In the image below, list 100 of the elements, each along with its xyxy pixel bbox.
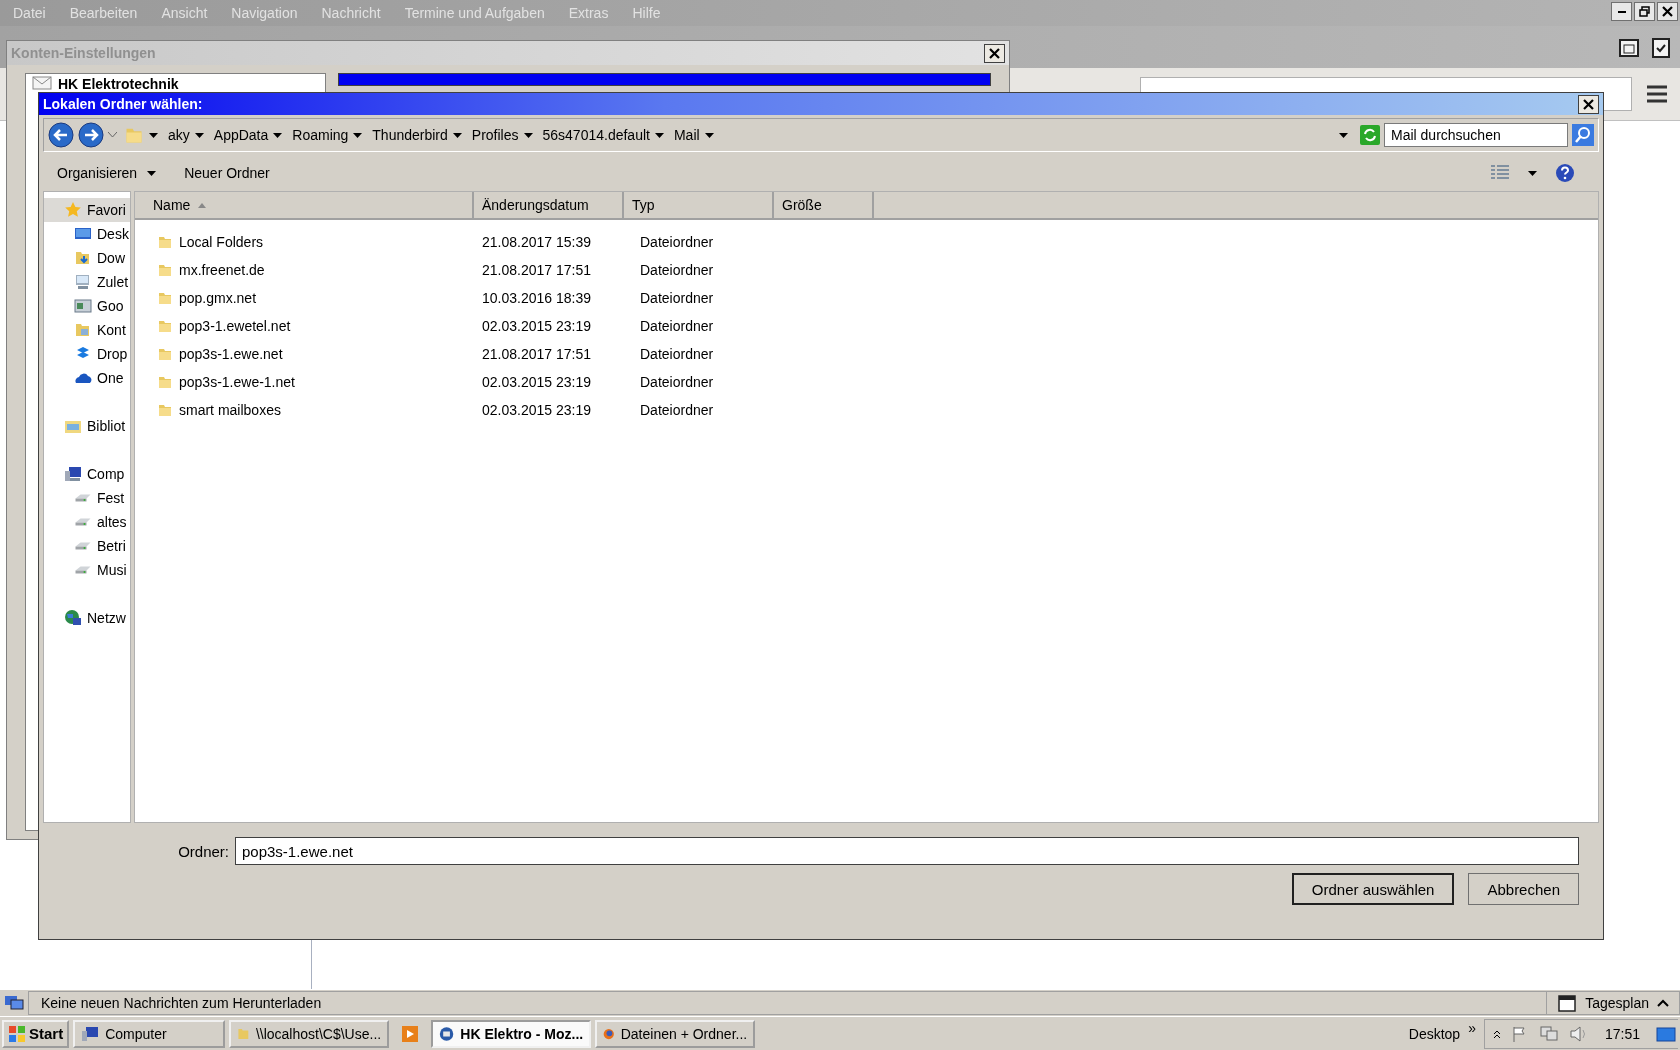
dialog-button[interactable]: Ordner auswählen (1291, 873, 1455, 905)
nav-item[interactable]: One (44, 366, 130, 390)
type-cell-text: Dateiordner (639, 374, 715, 390)
breadcrumb-item[interactable]: AppData (210, 127, 286, 143)
nav-item[interactable]: Musi (44, 558, 130, 582)
computer-icon (81, 1024, 100, 1043)
nav-item[interactable]: Drop (44, 342, 130, 366)
restore-button[interactable] (1634, 2, 1655, 21)
caret-icon (704, 132, 714, 138)
nav-item[interactable]: Netzw (44, 606, 130, 630)
nav-item[interactable]: Betri (44, 534, 130, 558)
network-icon[interactable] (1538, 1024, 1559, 1043)
date-cell-text: 21.08.2017 15:39 (481, 234, 592, 250)
taskbar-button[interactable]: Dateinen + Ordner... (595, 1019, 756, 1048)
taskbar-button[interactable]: \\localhost\C$\Use... (229, 1019, 390, 1048)
drive-icon (74, 494, 92, 502)
close-icon (1583, 98, 1594, 110)
date-cell-text: 02.03.2015 23:19 (481, 374, 592, 390)
caret-icon (353, 132, 363, 138)
file-name: pop3-1.ewetel.net (179, 318, 291, 334)
help-icon[interactable] (1555, 163, 1575, 183)
show-desktop-icon[interactable] (1656, 1024, 1676, 1043)
nav-item[interactable]: Dow (44, 246, 130, 270)
toolbar-button[interactable]: Neuer Ordner (180, 165, 274, 181)
caret-icon (149, 132, 158, 138)
window-icon (74, 297, 92, 315)
folder-icon (157, 318, 173, 334)
caret-icon (452, 132, 462, 138)
four-squares-logo-icon (8, 1024, 26, 1043)
drive-icon (74, 542, 92, 550)
breadcrumb-item[interactable]: Thunderbird (369, 127, 465, 143)
folder-input[interactable]: pop3s-1.ewe.net (235, 837, 1579, 865)
file-row[interactable]: mx.freenet.de 21.08.2017 17:51 Dateiordner (135, 256, 1598, 284)
close-button[interactable] (1578, 94, 1599, 114)
toolbar-button[interactable]: Organisieren (53, 165, 161, 181)
date-cell-text: 10.03.2016 18:39 (481, 290, 592, 306)
refresh-icon[interactable] (1360, 125, 1380, 145)
taskbar-button[interactable]: Computer (73, 1019, 226, 1048)
folder-icon (157, 262, 173, 278)
close-icon (1662, 6, 1673, 17)
minimize-button[interactable] (1611, 2, 1632, 21)
today-pane-button[interactable]: Tagesplan (1546, 991, 1680, 1015)
close-button[interactable] (984, 43, 1005, 63)
nav-item[interactable]: Fest (44, 486, 130, 510)
caret-icon (273, 132, 283, 138)
breadcrumb-item[interactable]: Mail (670, 127, 717, 143)
breadcrumb-item[interactable]: 56s47014.default (539, 127, 667, 143)
date-cell-text: 02.03.2015 23:19 (481, 402, 592, 418)
nav-item[interactable]: Kont (44, 318, 130, 342)
dialog-title: Lokalen Ordner wählen: (43, 96, 203, 112)
file-row[interactable]: pop3-1.ewetel.net 02.03.2015 23:19 Dateiordner (135, 312, 1598, 340)
folder-label: Ordner: (178, 842, 229, 860)
nav-item[interactable]: Comp (44, 462, 130, 486)
globe-icon (64, 609, 82, 627)
download-folder-icon (74, 249, 92, 267)
chevron-up-icon[interactable] (1492, 1028, 1501, 1039)
file-row[interactable]: pop3s-1.ewe.net 21.08.2017 17:51 Dateiordner (135, 340, 1598, 368)
restore-icon (1639, 6, 1650, 17)
search-field[interactable]: Mail durchsuchen (1384, 123, 1568, 147)
start-button[interactable]: Start (2, 1019, 70, 1048)
file-row[interactable]: pop.gmx.net 10.03.2016 18:39 Dateiordner (135, 284, 1598, 312)
menu-icon[interactable] (1646, 85, 1668, 103)
search-icon[interactable] (1572, 124, 1594, 146)
file-row[interactable]: Local Folders 21.08.2017 15:39 Dateiordner (135, 228, 1598, 256)
breadcrumb-item[interactable]: Profiles (468, 127, 536, 143)
envelope-icon (32, 76, 52, 90)
desktop-toolbar-label[interactable]: Desktop (1408, 1025, 1461, 1042)
dialog-button[interactable]: Abbrechen (1468, 873, 1579, 905)
caret-icon[interactable] (108, 132, 117, 138)
view-options-dropdown[interactable] (1528, 170, 1537, 176)
status-text: Keine neuen Nachrichten zum Herunterladen (28, 991, 1547, 1015)
nav-item[interactable]: Favori (44, 198, 130, 222)
nav-item[interactable]: Goo (44, 294, 130, 318)
type-cell-text: Dateiordner (639, 290, 715, 306)
breadcrumb-item[interactable]: Roaming (289, 127, 366, 143)
folder-icon (157, 290, 173, 306)
caret-icon (1339, 132, 1348, 138)
nav-item[interactable]: Zulet (44, 270, 130, 294)
taskbar-button[interactable]: HK Elektro - Moz... (431, 1019, 592, 1048)
date-cell-text: 02.03.2015 23:19 (481, 318, 592, 334)
folder-icon (157, 374, 173, 390)
file-row[interactable]: pop3s-1.ewe-1.net 02.03.2015 23:19 Dateiordner (135, 368, 1598, 396)
nav-item[interactable]: Bibliot (44, 414, 130, 438)
window-title: Konten-Einstellungen (11, 45, 156, 61)
forward-button[interactable] (78, 122, 104, 148)
drive-icon (74, 518, 92, 526)
back-button[interactable] (48, 122, 74, 148)
clock[interactable]: 17:51 (1604, 1025, 1640, 1042)
task-list-icon[interactable] (1650, 36, 1672, 58)
type-cell-text: Dateiordner (639, 402, 715, 418)
nav-item[interactable]: altes (44, 510, 130, 534)
close-icon (989, 47, 1000, 59)
breadcrumb-item[interactable]: aky (165, 127, 207, 143)
nav-item[interactable]: Desk (44, 222, 130, 246)
expand-toolbar-button[interactable]: » (1468, 1019, 1476, 1036)
account-name[interactable]: HK Elektrotechnik (58, 76, 179, 92)
close-button[interactable] (1657, 2, 1678, 21)
file-row[interactable]: smart mailboxes 02.03.2015 23:19 Dateiordner (135, 396, 1598, 424)
date-cell-text: 21.08.2017 17:51 (481, 262, 592, 278)
caret-icon (523, 132, 533, 138)
